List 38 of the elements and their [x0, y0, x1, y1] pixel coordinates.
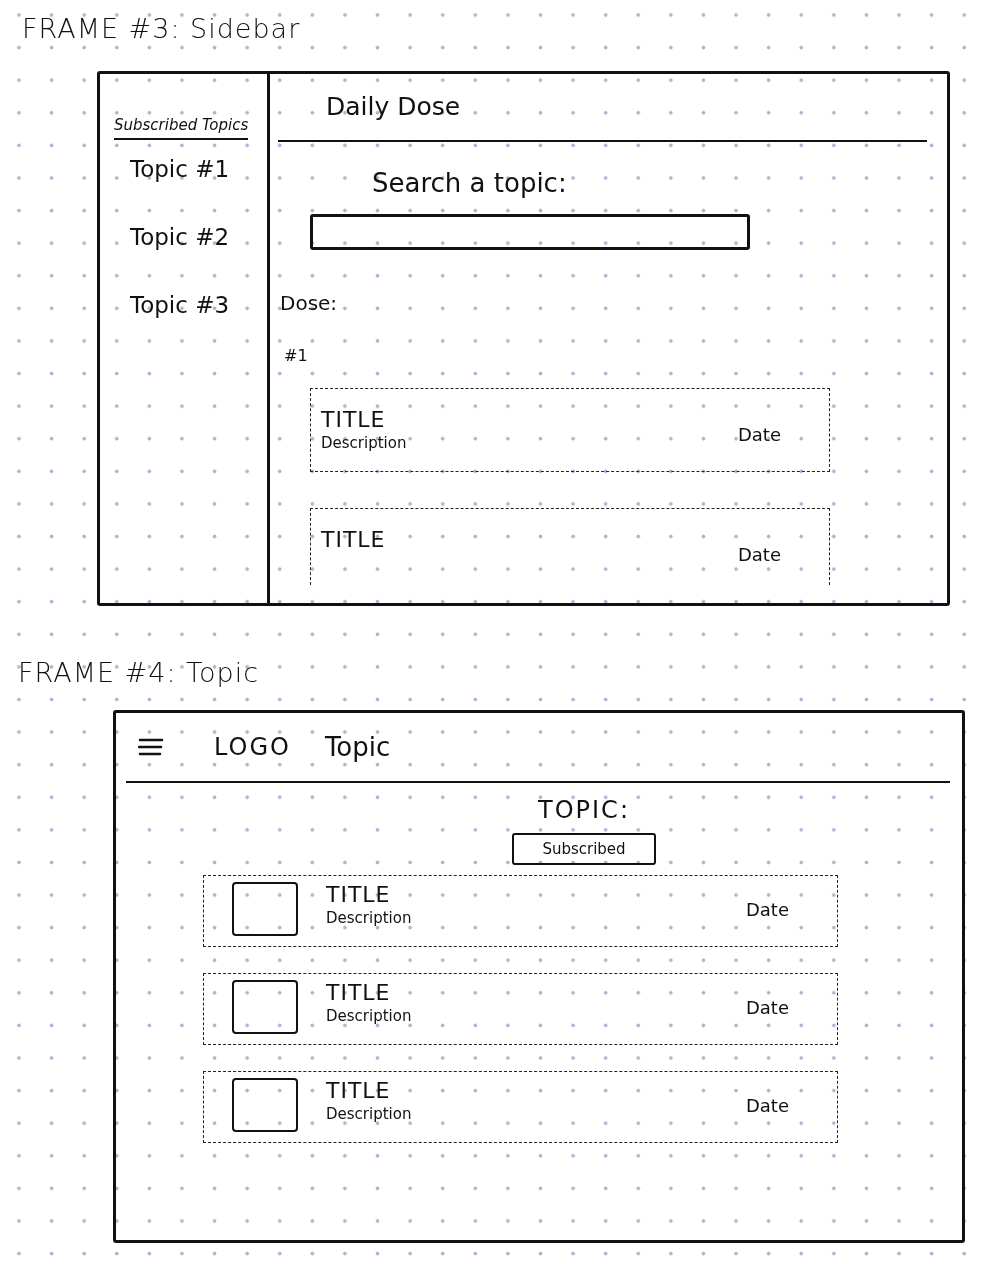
subscribed-button[interactable]: Subscribed	[512, 833, 656, 865]
topic-title: TOPIC:	[538, 795, 630, 825]
card-date: Date	[737, 423, 781, 447]
image-placeholder	[232, 980, 298, 1034]
card-description: Description	[326, 1104, 412, 1124]
logo-text: LOGO	[214, 732, 291, 762]
card-date: Date	[737, 543, 781, 567]
section-number: #1	[284, 346, 308, 366]
section-title: Dose:	[280, 290, 338, 316]
card-title: TITLE	[326, 882, 391, 908]
card-date: Date	[745, 898, 789, 922]
image-placeholder	[232, 882, 298, 936]
card-description: Description	[321, 433, 407, 453]
post-card[interactable]: TITLE Description Date	[203, 1071, 838, 1143]
card-date: Date	[745, 1094, 789, 1118]
post-card[interactable]: TITLE Description Date	[203, 973, 838, 1045]
post-card[interactable]: TITLE Description Date	[203, 875, 838, 947]
sidebar-title: Subscribed Topics	[114, 114, 249, 140]
search-label: Search a topic:	[372, 167, 567, 200]
page-title: Topic	[324, 731, 391, 763]
card-date: Date	[745, 996, 789, 1020]
post-card[interactable]: TITLE Description Date	[310, 388, 830, 472]
card-title: TITLE	[326, 980, 391, 1006]
sidebar-item[interactable]: Topic #1	[130, 154, 230, 184]
frame-heading: FRAME #3: Sidebar	[22, 12, 301, 46]
card-description: Description	[326, 908, 412, 928]
page-title: Daily Dose	[326, 91, 461, 123]
card-description: Description	[326, 1006, 412, 1026]
card-title: TITLE	[321, 527, 386, 553]
image-placeholder	[232, 1078, 298, 1132]
sidebar-item[interactable]: Topic #2	[130, 222, 230, 252]
frame-heading: FRAME #4: Topic	[18, 656, 259, 690]
post-card[interactable]: TITLE Date	[310, 508, 830, 585]
search-field[interactable]	[310, 214, 750, 250]
menu-icon[interactable]	[138, 737, 164, 757]
card-title: TITLE	[326, 1078, 391, 1104]
card-title: TITLE	[321, 407, 386, 433]
sidebar-item[interactable]: Topic #3	[130, 290, 230, 320]
